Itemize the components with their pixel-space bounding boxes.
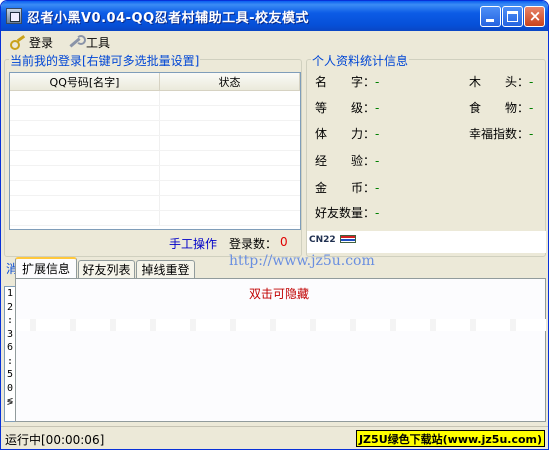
status-bar: 运行中[00:00:06] JZ5U绿色下载站(www.jz5u.com) [1, 426, 548, 449]
app-window: 忍者小黑V0.04-QQ忍者村辅助工具-校友模式 × 登录 工具 当前我的登录[… [0, 0, 549, 450]
stat-friend-count: 好友数量：- [315, 206, 380, 220]
menu-tools[interactable]: 工具 [67, 33, 110, 51]
table-row [10, 136, 300, 151]
close-icon: × [528, 7, 542, 25]
menu-login-label: 登录 [29, 35, 54, 50]
panel-texture [16, 319, 546, 331]
stat-name: 名 字：- [315, 75, 380, 89]
cn22-badge: CN22 [307, 231, 546, 253]
profile-group-title: 个人资料统计信息 [311, 52, 410, 69]
manual-operation-link[interactable]: 手工操作 [169, 235, 217, 252]
column-header-status[interactable]: 状态 [160, 73, 300, 90]
menu-tools-label: 工具 [86, 35, 111, 50]
brand-badge[interactable]: JZ5U绿色下载站(www.jz5u.com) [356, 430, 545, 447]
stat-gold: 金 币：- [315, 181, 380, 195]
hide-hint: 双击可隐藏 [249, 287, 310, 301]
stat-experience: 经 验：- [315, 154, 380, 168]
table-row [10, 151, 300, 166]
title-bar[interactable]: 忍者小黑V0.04-QQ忍者村辅助工具-校友模式 × [1, 1, 548, 31]
stat-happiness: 幸福指数：- [469, 127, 534, 141]
maximize-button[interactable] [502, 6, 523, 27]
login-group: 当前我的登录[右键可多选批量设置] QQ号码[名字] 状态 手工操作 登录数： … [4, 52, 302, 257]
login-list-header: QQ号码[名字] 状态 [10, 73, 300, 91]
close-button[interactable]: × [524, 6, 545, 27]
minimize-icon [486, 19, 494, 22]
extended-info-panel[interactable]: 双击可隐藏 [15, 278, 546, 422]
table-row [10, 196, 300, 211]
minimize-button[interactable] [480, 6, 501, 27]
stat-wood: 木 头：- [469, 75, 534, 89]
login-group-title: 当前我的登录[右键可多选批量设置] [9, 52, 201, 69]
table-row [10, 106, 300, 121]
stat-level: 等 级：- [315, 101, 380, 115]
table-row [10, 211, 300, 226]
login-count-value: 0 [280, 235, 288, 249]
table-row [10, 121, 300, 136]
stat-food: 食 物：- [469, 101, 534, 115]
log-gutter: 1 2 : 3 6 : 5 0 ≶ [4, 286, 15, 422]
window-title: 忍者小黑V0.04-QQ忍者村辅助工具-校友模式 [27, 11, 310, 26]
login-count-label: 登录数： [229, 237, 278, 251]
tab-reconnect[interactable]: 掉线重登 [136, 260, 195, 278]
status-text: 运行中[00:00:06] [5, 433, 105, 447]
menu-login[interactable]: 登录 [10, 33, 53, 51]
badge-text: CN22 [309, 235, 336, 245]
watermark-url[interactable]: http://www.jz5u.com [229, 253, 375, 269]
login-list[interactable]: QQ号码[名字] 状态 [9, 72, 301, 230]
key-icon [10, 35, 26, 50]
menu-bar: 登录 工具 [1, 31, 548, 51]
table-row [10, 91, 300, 106]
stat-stamina: 体 力：- [315, 127, 380, 141]
tab-extended-info[interactable]: 扩展信息 [15, 257, 77, 278]
wrench-icon [67, 35, 86, 49]
column-header-qq[interactable]: QQ号码[名字] [10, 73, 160, 90]
app-icon [6, 8, 22, 24]
table-row [10, 166, 300, 181]
tab-friend-list[interactable]: 好友列表 [78, 260, 135, 278]
flag-icon [340, 235, 356, 243]
table-row [10, 181, 300, 196]
maximize-icon [507, 11, 518, 22]
